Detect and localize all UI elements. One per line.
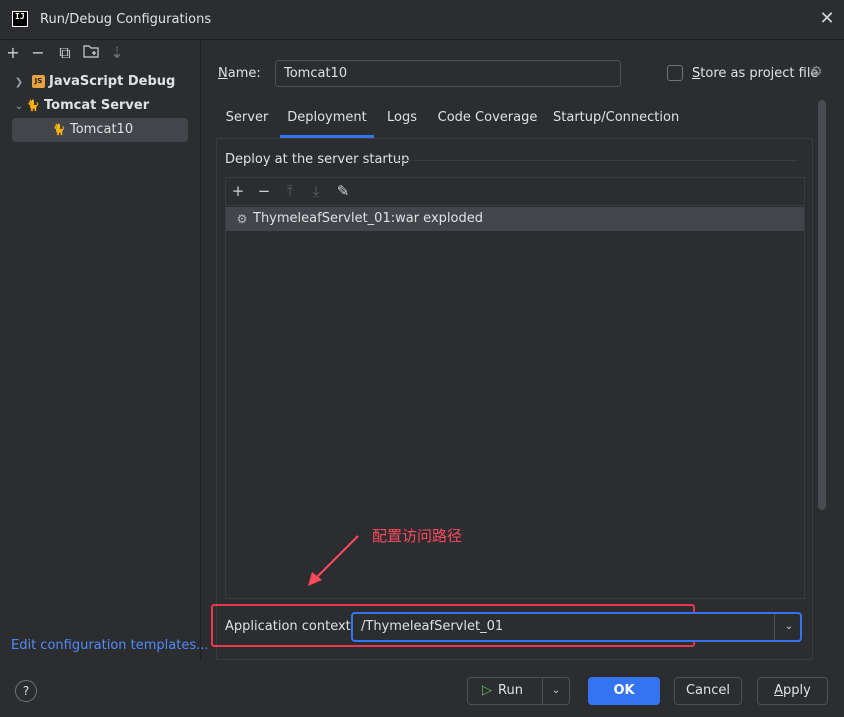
application-context-label: Application context: (225, 619, 356, 634)
close-icon[interactable]: ✕ (818, 10, 836, 28)
intellij-logo-icon: IJ (12, 11, 28, 27)
war-exploded-icon: ⚙ (236, 212, 248, 226)
chevron-down-icon[interactable]: ⌄ (543, 678, 569, 704)
section-divider (395, 160, 797, 161)
annotation-arrow-icon (308, 535, 359, 586)
run-label: Run (498, 683, 523, 698)
edit-configuration-templates-link[interactable]: Edit configuration templates... (11, 638, 209, 653)
tab-logs[interactable]: Logs (382, 102, 422, 138)
move-up-icon[interactable]: ⤒ (280, 180, 300, 202)
gear-icon[interactable]: ⚙ (810, 64, 826, 80)
add-icon[interactable]: + (4, 44, 22, 62)
combobox-divider (774, 614, 775, 640)
apply-button[interactable]: Apply (757, 677, 828, 705)
tree-item-tomcat10[interactable]: 🐈 Tomcat10 (12, 118, 188, 142)
tab-server[interactable]: Server (222, 102, 272, 138)
tree-item-label: Tomcat10 (70, 122, 134, 137)
application-context-value[interactable]: /ThymeleafServlet_01 (361, 619, 503, 634)
artifact-label: ThymeleafServlet_01:war exploded (253, 211, 483, 226)
vertical-scrollbar[interactable] (818, 100, 826, 510)
tomcat-icon: 🐈 (26, 99, 40, 112)
copy-icon[interactable]: ⧉ (56, 44, 74, 62)
cancel-button[interactable]: Cancel (674, 677, 742, 705)
tree-item-label: JavaScript Debug (49, 74, 176, 89)
tree-item-label: Tomcat Server (44, 98, 150, 113)
javascript-icon: JS (32, 75, 45, 88)
add-artifact-icon[interactable]: + (228, 180, 248, 202)
chevron-right-icon: ❯ (14, 77, 24, 88)
remove-artifact-icon[interactable]: − (254, 180, 274, 202)
tree-item-tomcat-server[interactable]: ⌄ 🐈 Tomcat Server (12, 94, 188, 118)
help-button[interactable]: ? (15, 680, 37, 702)
ok-button[interactable]: OK (588, 677, 660, 705)
name-label: Name: (218, 66, 261, 81)
new-folder-icon[interactable] (82, 44, 100, 62)
move-down-icon[interactable]: ⤓ (306, 180, 326, 202)
tab-startup-connection[interactable]: Startup/Connection (553, 102, 679, 138)
window-title: Run/Debug Configurations (40, 12, 212, 27)
annotation-text: 配置访问路径 (372, 527, 463, 545)
deploy-section-title: Deploy at the server startup (225, 152, 410, 167)
tree-item-javascript-debug[interactable]: ❯ JS JavaScript Debug (12, 70, 188, 94)
edit-pencil-icon[interactable]: ✎ (333, 180, 353, 202)
remove-icon[interactable]: − (29, 44, 47, 62)
sort-icon[interactable]: ⇣ (108, 44, 126, 62)
store-as-project-file-checkbox[interactable] (667, 65, 683, 81)
play-icon: ▷ (482, 683, 492, 698)
tab-code-coverage[interactable]: Code Coverage (434, 102, 541, 138)
tab-deployment[interactable]: Deployment (280, 102, 374, 138)
store-as-project-file-label[interactable]: Store as project file (692, 66, 818, 81)
tomcat-icon: 🐈 (52, 123, 66, 136)
chevron-down-icon: ⌄ (14, 101, 24, 112)
chevron-down-icon[interactable]: ⌄ (778, 614, 800, 640)
name-input[interactable]: Tomcat10 (275, 60, 621, 87)
